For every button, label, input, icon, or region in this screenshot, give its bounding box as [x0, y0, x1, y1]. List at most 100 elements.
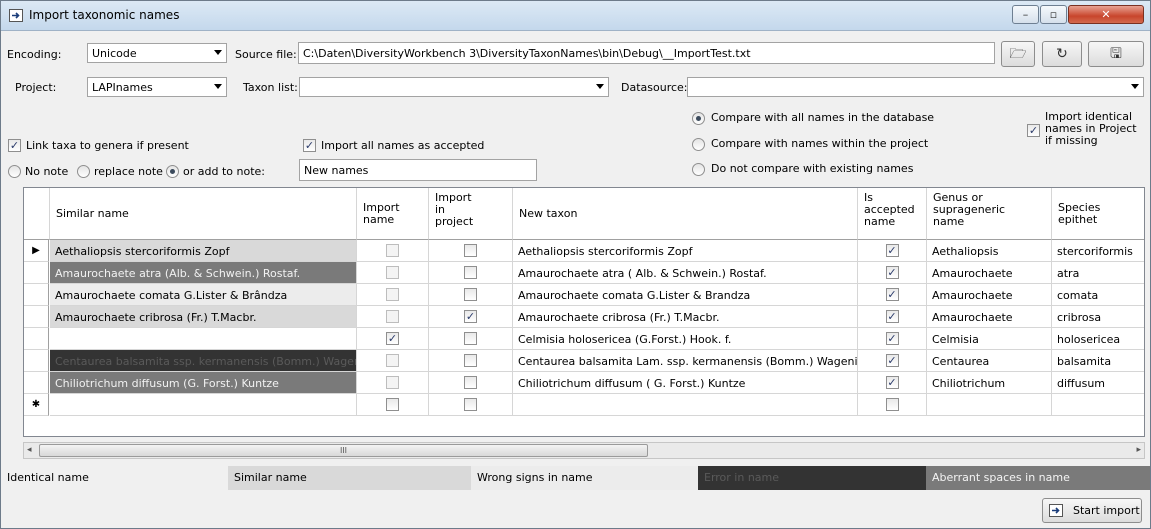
cell-genus[interactable]: [927, 394, 1052, 416]
no-note-radio[interactable]: [8, 165, 21, 178]
checkbox-cell-accepted[interactable]: [858, 394, 927, 416]
cell-species[interactable]: [1052, 394, 1144, 416]
grid-checkbox[interactable]: [386, 244, 399, 257]
cell-genus[interactable]: Celmisia: [927, 328, 1052, 350]
cell-new-taxon[interactable]: Amaurochaete atra ( Alb. & Schwein.) Ros…: [513, 262, 858, 284]
cell-genus[interactable]: Amaurochaete: [927, 306, 1052, 328]
checkbox-cell-import-project[interactable]: [429, 240, 513, 262]
horizontal-scrollbar[interactable]: ◂ III ▸: [23, 442, 1145, 459]
cell-genus[interactable]: Amaurochaete: [927, 284, 1052, 306]
grid-checkbox[interactable]: [386, 288, 399, 301]
column-header-import-name[interactable]: Import name: [357, 188, 429, 240]
note-input[interactable]: New names: [299, 159, 537, 181]
cell-genus[interactable]: Centaurea: [927, 350, 1052, 372]
cell-species[interactable]: balsamita: [1052, 350, 1144, 372]
grid-checkbox[interactable]: [386, 376, 399, 389]
grid-checkbox[interactable]: [464, 244, 477, 257]
replace-note-radio[interactable]: [77, 165, 90, 178]
cell-new-taxon[interactable]: Amaurochaete cribrosa (Fr.) T.Macbr.: [513, 306, 858, 328]
cell-new-taxon[interactable]: Aethaliopsis stercoriformis Zopf: [513, 240, 858, 262]
source-file-input[interactable]: C:\Daten\DiversityWorkbench 3\DiversityT…: [298, 42, 995, 64]
cell-new-taxon[interactable]: Centaurea balsamita Lam. ssp. kermanensi…: [513, 350, 858, 372]
checkbox-cell-import-project[interactable]: [429, 350, 513, 372]
cell-species[interactable]: diffusum: [1052, 372, 1144, 394]
column-header-species[interactable]: Species epithet: [1052, 188, 1144, 240]
checkbox-cell-import-name[interactable]: [357, 240, 429, 262]
checkbox-cell-accepted[interactable]: ✓: [858, 284, 927, 306]
grid-checkbox[interactable]: ✓: [885, 376, 899, 389]
cell-species[interactable]: atra: [1052, 262, 1144, 284]
column-header-import-project[interactable]: Import in project: [429, 188, 513, 240]
refresh-button[interactable]: ↻: [1042, 41, 1082, 67]
checkbox-cell-import-name[interactable]: ✓: [357, 328, 429, 350]
column-header-similar-name[interactable]: Similar name: [50, 188, 357, 240]
datasource-combo[interactable]: [687, 77, 1144, 97]
cell-new-taxon[interactable]: [513, 394, 858, 416]
grid-checkbox[interactable]: ✓: [885, 244, 899, 257]
row-header[interactable]: [24, 372, 49, 394]
start-import-button[interactable]: Start import: [1042, 498, 1142, 523]
cell-new-taxon[interactable]: Amaurochaete comata G.Lister & Brandza: [513, 284, 858, 306]
cell-similar[interactable]: Amaurochaete comata G.Lister & Brândza: [50, 284, 357, 306]
checkbox-cell-import-name[interactable]: [357, 372, 429, 394]
checkbox-cell-import-project[interactable]: [429, 328, 513, 350]
maximize-button[interactable]: ▫: [1040, 5, 1067, 24]
grid-checkbox[interactable]: [386, 398, 399, 411]
grid-checkbox[interactable]: [386, 310, 399, 323]
cell-species[interactable]: cribrosa: [1052, 306, 1144, 328]
close-button[interactable]: ✕: [1068, 5, 1144, 24]
cell-species[interactable]: stercoriformis: [1052, 240, 1144, 262]
row-header[interactable]: [24, 262, 49, 284]
grid-checkbox[interactable]: ✓: [885, 266, 899, 279]
add-to-note-radio[interactable]: [166, 165, 179, 178]
column-header-genus[interactable]: Genus or suprageneric name: [927, 188, 1052, 240]
grid-checkbox[interactable]: [885, 398, 899, 411]
row-header[interactable]: [24, 284, 49, 306]
grid-checkbox[interactable]: ✓: [885, 288, 899, 301]
grid-checkbox[interactable]: ✓: [464, 310, 477, 323]
grid-checkbox[interactable]: [464, 398, 477, 411]
row-header[interactable]: [24, 350, 49, 372]
row-header[interactable]: ✱: [24, 394, 49, 416]
checkbox-cell-import-project[interactable]: [429, 284, 513, 306]
grid-checkbox[interactable]: [464, 354, 477, 367]
cell-similar[interactable]: Amaurochaete atra (Alb. & Schwein.) Rost…: [50, 262, 357, 284]
grid-checkbox[interactable]: [386, 266, 399, 279]
scroll-left-icon[interactable]: ◂: [27, 445, 32, 455]
cell-new-taxon[interactable]: Chiliotrichum diffusum ( G. Forst.) Kunt…: [513, 372, 858, 394]
grid-checkbox[interactable]: ✓: [885, 310, 899, 323]
grid-checkbox[interactable]: ✓: [885, 354, 899, 367]
cell-genus[interactable]: Aethaliopsis: [927, 240, 1052, 262]
grid-checkbox[interactable]: ✓: [386, 332, 399, 345]
compare-project-radio[interactable]: [692, 138, 705, 151]
checkbox-cell-import-project[interactable]: [429, 262, 513, 284]
cell-similar[interactable]: Chiliotrichum diffusum (G. Forst.) Kuntz…: [50, 372, 357, 394]
cell-similar[interactable]: [50, 394, 357, 416]
checkbox-cell-import-name[interactable]: [357, 350, 429, 372]
minimize-button[interactable]: –: [1012, 5, 1039, 24]
checkbox-cell-accepted[interactable]: ✓: [858, 372, 927, 394]
checkbox-cell-import-project[interactable]: ✓: [429, 306, 513, 328]
import-accepted-checkbox[interactable]: ✓: [303, 139, 316, 152]
taxon-list-combo[interactable]: [299, 77, 609, 97]
checkbox-cell-accepted[interactable]: ✓: [858, 240, 927, 262]
checkbox-cell-import-project[interactable]: [429, 372, 513, 394]
grid-checkbox[interactable]: [464, 266, 477, 279]
checkbox-cell-accepted[interactable]: ✓: [858, 306, 927, 328]
cell-similar[interactable]: Aethaliopsis stercoriformis Zopf: [50, 240, 357, 262]
grid-checkbox[interactable]: [464, 288, 477, 301]
row-header[interactable]: [24, 328, 49, 350]
column-header-new-taxon[interactable]: New taxon: [513, 188, 858, 240]
cell-species[interactable]: holosericea: [1052, 328, 1144, 350]
checkbox-cell-import-name[interactable]: [357, 262, 429, 284]
row-header[interactable]: ▶: [24, 240, 49, 262]
checkbox-cell-import-name[interactable]: [357, 394, 429, 416]
link-taxa-checkbox[interactable]: ✓: [8, 139, 21, 152]
scroll-thumb[interactable]: III: [39, 444, 648, 457]
cell-new-taxon[interactable]: Celmisia holosericea (G.Forst.) Hook. f.: [513, 328, 858, 350]
checkbox-cell-accepted[interactable]: ✓: [858, 328, 927, 350]
project-combo[interactable]: LAPInames: [87, 77, 227, 97]
cell-species[interactable]: comata: [1052, 284, 1144, 306]
cell-genus[interactable]: Amaurochaete: [927, 262, 1052, 284]
checkbox-cell-import-project[interactable]: [429, 394, 513, 416]
